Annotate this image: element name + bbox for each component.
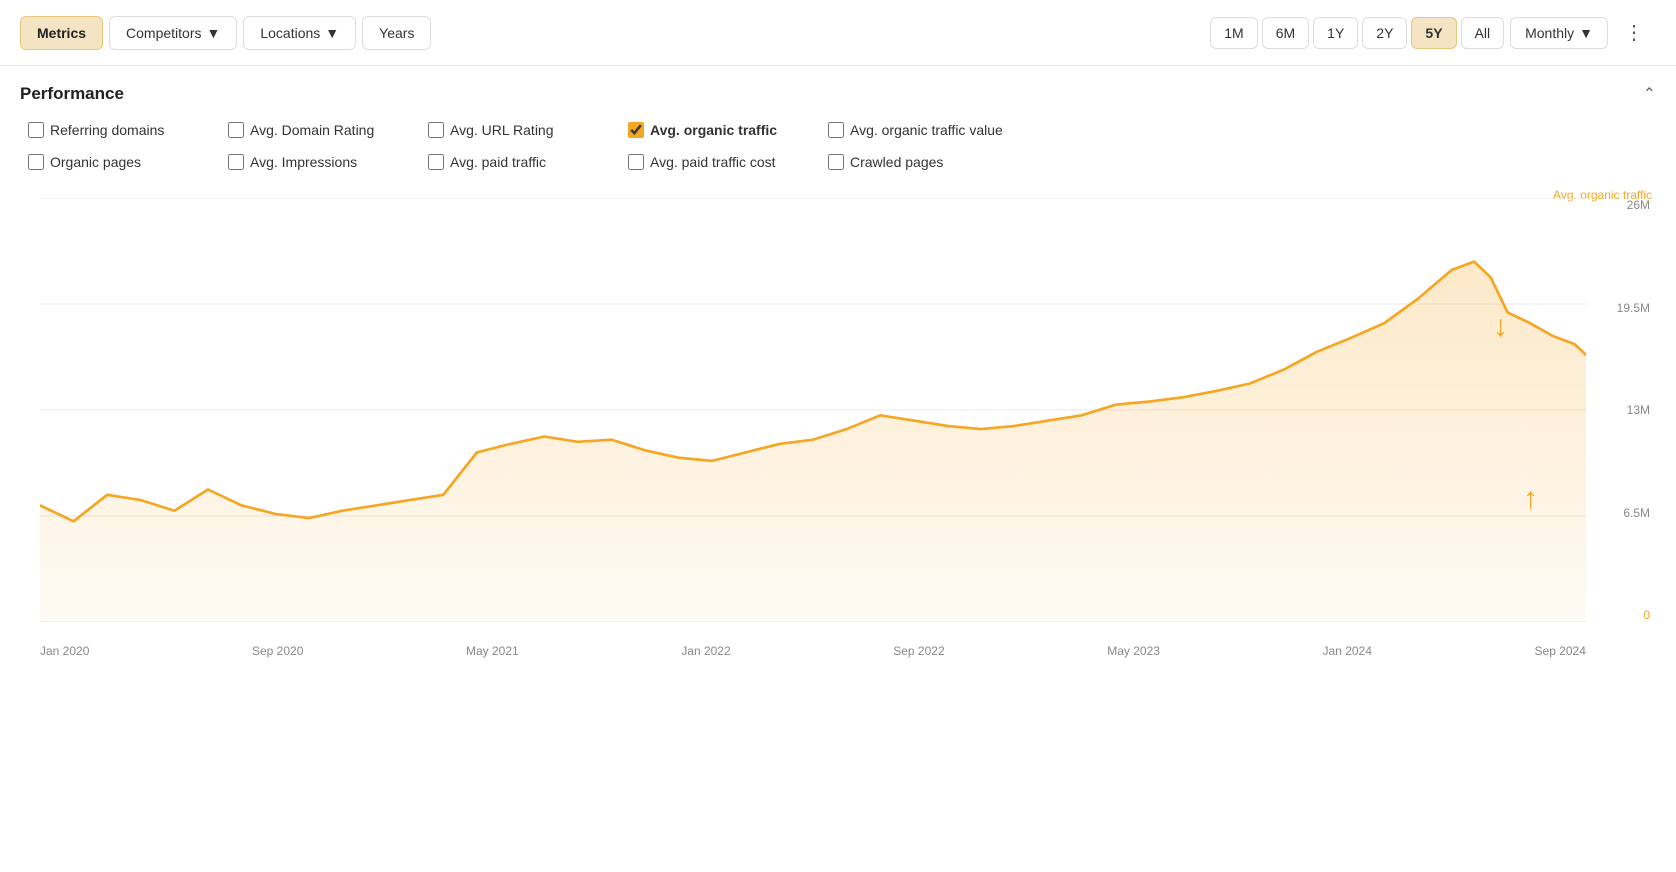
monthly-chevron-icon: ▼ xyxy=(1579,25,1593,41)
y-label-195m: 19.5M xyxy=(1617,301,1650,315)
competitors-tab[interactable]: Competitors ▼ xyxy=(109,16,237,50)
range-1m[interactable]: 1M xyxy=(1210,17,1257,49)
performance-section: Performance ⌃ Referring domains Avg. Dom… xyxy=(0,66,1676,664)
checkbox-avg-organic-traffic[interactable]: Avg. organic traffic xyxy=(620,118,820,142)
y-label-26m: 26M xyxy=(1627,198,1650,212)
checkbox-avg-organic-traffic-value[interactable]: Avg. organic traffic value xyxy=(820,118,1020,142)
y-label-0: 0 xyxy=(1643,608,1650,622)
more-options-button[interactable]: ⋮ xyxy=(1614,14,1656,51)
checkbox-avg-paid-traffic[interactable]: Avg. paid traffic xyxy=(420,150,620,174)
years-tab[interactable]: Years xyxy=(362,16,431,50)
checkbox-referring-domains-label: Referring domains xyxy=(50,122,164,138)
locations-chevron-icon: ▼ xyxy=(325,25,339,41)
checkbox-crawled-pages-input[interactable] xyxy=(828,154,844,170)
checkbox-avg-organic-traffic-value-label: Avg. organic traffic value xyxy=(850,122,1003,138)
checkbox-organic-pages[interactable]: Organic pages xyxy=(20,150,220,174)
checkbox-avg-organic-traffic-value-input[interactable] xyxy=(828,122,844,138)
checkbox-crawled-pages-label: Crawled pages xyxy=(850,154,943,170)
competitors-chevron-icon: ▼ xyxy=(207,25,221,41)
chart-svg xyxy=(40,198,1586,622)
x-label-may2021: May 2021 xyxy=(466,644,519,658)
section-header: Performance ⌃ xyxy=(20,84,1656,104)
range-1y[interactable]: 1Y xyxy=(1313,17,1358,49)
collapse-icon[interactable]: ⌃ xyxy=(1643,84,1656,104)
top-bar-right: 1M 6M 1Y 2Y 5Y All Monthly ▼ ⋮ xyxy=(1210,14,1656,51)
x-label-sep2022: Sep 2022 xyxy=(893,644,944,658)
checkboxes-row-2: Organic pages Avg. Impressions Avg. paid… xyxy=(20,150,1656,174)
checkbox-avg-url-rating-input[interactable] xyxy=(428,122,444,138)
checkbox-referring-domains-input[interactable] xyxy=(28,122,44,138)
checkbox-organic-pages-label: Organic pages xyxy=(50,154,141,170)
range-2y[interactable]: 2Y xyxy=(1362,17,1407,49)
checkbox-avg-paid-traffic-cost-label: Avg. paid traffic cost xyxy=(650,154,776,170)
checkbox-avg-paid-traffic-label: Avg. paid traffic xyxy=(450,154,546,170)
range-all[interactable]: All xyxy=(1461,17,1505,49)
section-title: Performance xyxy=(20,84,124,104)
checkbox-referring-domains[interactable]: Referring domains xyxy=(20,118,220,142)
checkbox-avg-organic-traffic-input[interactable] xyxy=(628,122,644,138)
range-5y[interactable]: 5Y xyxy=(1411,17,1456,49)
checkbox-avg-organic-traffic-label: Avg. organic traffic xyxy=(650,122,777,138)
chart-area: Avg. organic traffic ↓ ↑ 26M 19.5M 13M 6… xyxy=(20,184,1656,664)
range-buttons: 1M 6M 1Y 2Y 5Y All xyxy=(1210,17,1504,49)
checkbox-organic-pages-input[interactable] xyxy=(28,154,44,170)
x-label-sep2024: Sep 2024 xyxy=(1535,644,1586,658)
top-bar-left: Metrics Competitors ▼ Locations ▼ Years xyxy=(20,16,431,50)
checkbox-avg-domain-rating-input[interactable] xyxy=(228,122,244,138)
y-label-13m: 13M xyxy=(1627,403,1650,417)
checkbox-avg-domain-rating[interactable]: Avg. Domain Rating xyxy=(220,118,420,142)
checkbox-avg-url-rating[interactable]: Avg. URL Rating xyxy=(420,118,620,142)
x-label-may2023: May 2023 xyxy=(1107,644,1160,658)
checkbox-avg-paid-traffic-input[interactable] xyxy=(428,154,444,170)
top-bar: Metrics Competitors ▼ Locations ▼ Years … xyxy=(0,0,1676,66)
checkbox-avg-paid-traffic-cost[interactable]: Avg. paid traffic cost xyxy=(620,150,820,174)
monthly-button[interactable]: Monthly ▼ xyxy=(1510,17,1608,49)
checkboxes-row-1: Referring domains Avg. Domain Rating Avg… xyxy=(20,118,1656,142)
metrics-tab[interactable]: Metrics xyxy=(20,16,103,50)
x-label-sep2020: Sep 2020 xyxy=(252,644,303,658)
checkbox-avg-impressions-input[interactable] xyxy=(228,154,244,170)
checkbox-avg-impressions-label: Avg. Impressions xyxy=(250,154,357,170)
checkbox-avg-impressions[interactable]: Avg. Impressions xyxy=(220,150,420,174)
x-label-jan2020: Jan 2020 xyxy=(40,644,89,658)
locations-tab[interactable]: Locations ▼ xyxy=(243,16,356,50)
checkbox-avg-paid-traffic-cost-input[interactable] xyxy=(628,154,644,170)
checkbox-crawled-pages[interactable]: Crawled pages xyxy=(820,150,1020,174)
checkbox-avg-domain-rating-label: Avg. Domain Rating xyxy=(250,122,374,138)
x-label-jan2022: Jan 2022 xyxy=(681,644,730,658)
checkbox-avg-url-rating-label: Avg. URL Rating xyxy=(450,122,554,138)
y-label-65m: 6.5M xyxy=(1623,506,1650,520)
x-label-jan2024: Jan 2024 xyxy=(1323,644,1372,658)
range-6m[interactable]: 6M xyxy=(1262,17,1309,49)
